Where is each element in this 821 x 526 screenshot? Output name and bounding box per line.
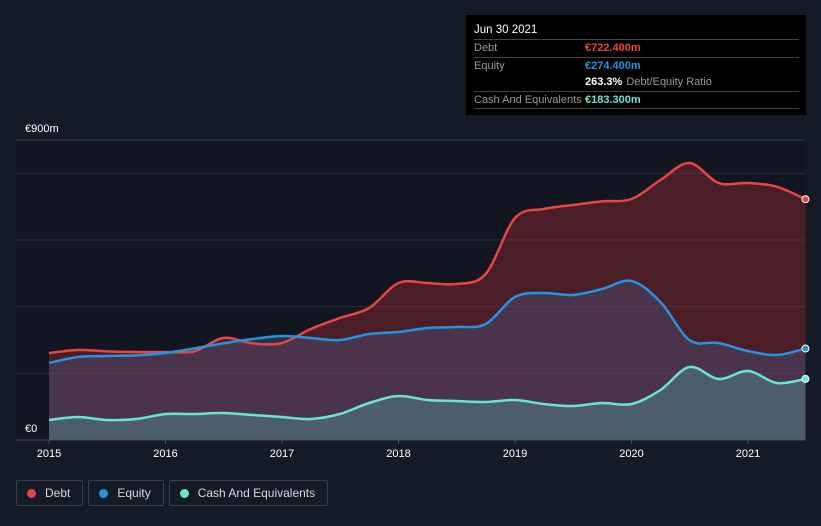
tooltip: Jun 30 2021 Debt €722.400m Equity €274.4… <box>466 15 806 115</box>
legend: Debt Equity Cash And Equivalents <box>16 480 329 506</box>
legend-item-cash[interactable]: Cash And Equivalents <box>168 480 329 506</box>
x-tick-label: 2019 <box>503 448 527 460</box>
y-tick-label-max: €900m <box>25 123 59 135</box>
tooltip-label: Debt <box>474 42 498 54</box>
x-tick-label: 2021 <box>736 448 760 460</box>
x-tick-label: 2017 <box>270 448 294 460</box>
tooltip-row-debt: Debt €722.400m <box>474 40 799 58</box>
tooltip-row-cash: Cash And Equivalents €183.300m <box>474 92 799 109</box>
tooltip-row-equity: Equity €274.400m <box>474 58 799 75</box>
legend-item-equity[interactable]: Equity <box>88 480 164 506</box>
end-point-cash-and-equivalents[interactable] <box>801 374 810 383</box>
x-tick-label: 2015 <box>37 448 61 460</box>
y-tick-label-zero: €0 <box>25 423 38 435</box>
debt-dot-icon <box>27 488 36 498</box>
end-point-debt[interactable] <box>801 195 810 204</box>
x-tick-label: 2016 <box>153 448 177 460</box>
tooltip-label: Cash And Equivalents <box>474 93 582 106</box>
tooltip-value: €274.400m <box>585 59 641 72</box>
legend-label: Debt <box>45 486 71 500</box>
tooltip-value: €183.300m <box>585 93 641 106</box>
tooltip-ratio: 263.3% Debt/Equity Ratio <box>474 74 799 92</box>
legend-label: Equity <box>117 486 151 500</box>
tooltip-date: Jun 30 2021 <box>474 22 799 40</box>
equity-dot-icon <box>99 488 109 498</box>
cash-dot-icon <box>179 488 189 498</box>
tooltip-value: €722.400m <box>585 42 641 54</box>
legend-item-debt[interactable]: Debt <box>16 480 84 506</box>
ratio-label: Debt/Equity Ratio <box>626 76 712 88</box>
tooltip-label: Equity <box>474 59 505 72</box>
x-tick-label: 2018 <box>386 448 410 460</box>
ratio-value: 263.3% <box>585 76 623 88</box>
legend-label: Cash And Equivalents <box>197 486 316 500</box>
end-point-equity[interactable] <box>801 344 810 353</box>
x-tick-label: 2020 <box>619 448 643 460</box>
